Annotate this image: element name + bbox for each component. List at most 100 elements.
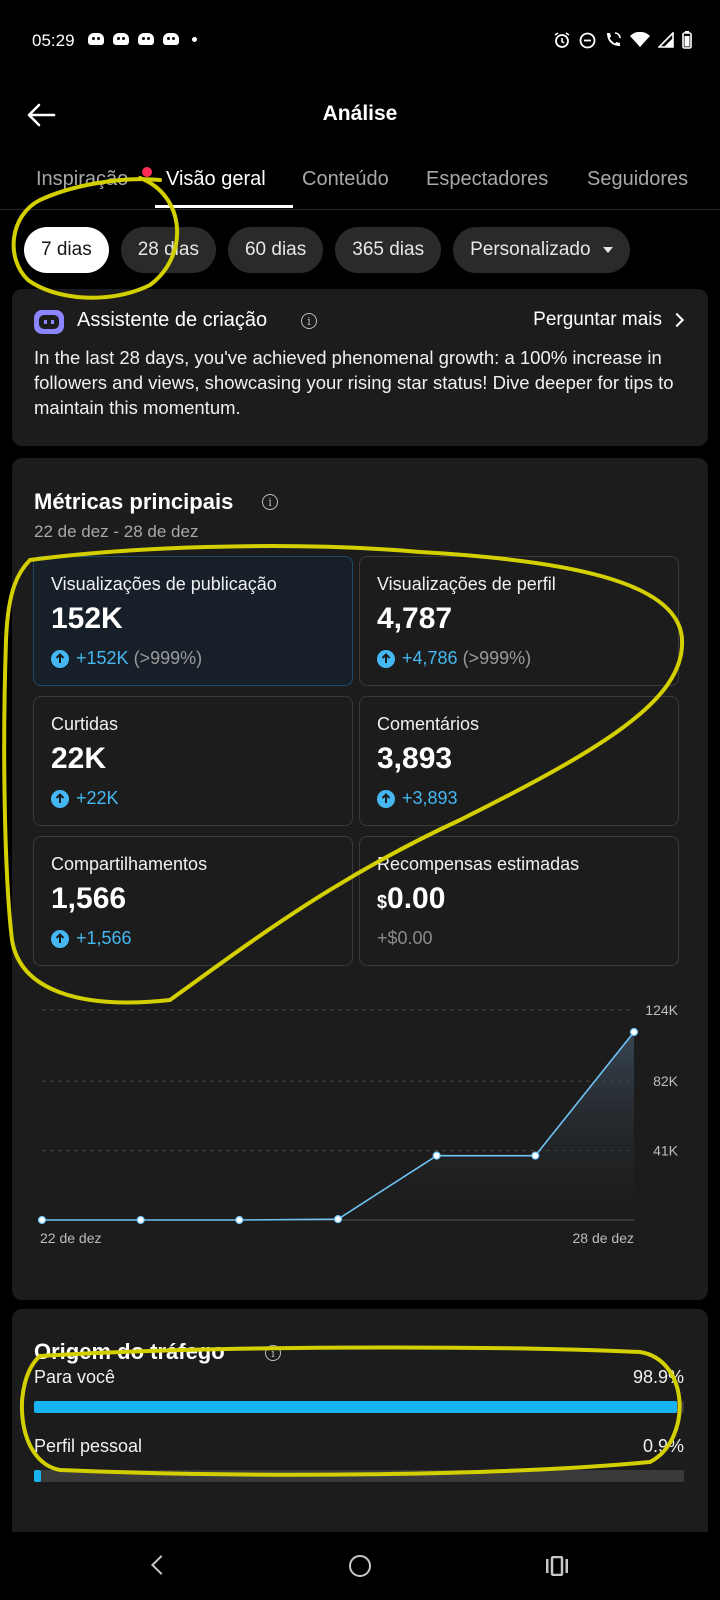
tab-conteudo[interactable]: Conteúdo (302, 168, 389, 191)
chart-point (333, 1215, 343, 1224)
metric-label: Compartilhamentos (51, 854, 208, 874)
active-tab-indicator (155, 205, 293, 208)
metrics-title: Métricas principais (34, 489, 234, 514)
caret-down-icon (602, 247, 613, 253)
metric-value-amount: 0.00 (387, 882, 446, 915)
metric-value: 1,566 (51, 882, 127, 915)
assistant-robot-icon (34, 310, 64, 334)
chart-point (136, 1215, 145, 1225)
arrow-up-circle-icon (377, 789, 395, 808)
traffic-source-label: Para você (34, 1367, 116, 1387)
metric-change-pct: (>999%) (462, 648, 532, 668)
chart-y-tick-label: 41K (653, 1143, 679, 1159)
metric-change-value: +$0.00 (377, 928, 433, 948)
chip-60-dias[interactable]: 60 dias (227, 227, 324, 273)
traffic-source-card: Origem do tráfego i Para você 98.9% Perf… (12, 1309, 708, 1549)
metric-value: $0.00 (377, 882, 445, 916)
chip-28-dias[interactable]: 28 dias (120, 227, 216, 273)
chart-x-tick-label: 22 de dez (40, 1230, 102, 1246)
ask-more-button[interactable]: Perguntar mais (533, 309, 685, 331)
chip-label: 60 dias (244, 239, 307, 260)
wifi-calling-icon (607, 32, 621, 46)
post-views-chart: 124K 82K 41K 22 de dez 28 de dez (36, 998, 692, 1268)
metric-change-value: +1,566 (76, 928, 132, 948)
metric-change-value: +3,893 (402, 788, 458, 808)
date-range: 22 de dez - 28 de dez (34, 522, 199, 541)
chart-y-tick-label: 124K (645, 1002, 678, 1018)
nav-home-icon[interactable] (349, 1555, 371, 1577)
info-icon[interactable]: i (301, 313, 317, 329)
assistant-message: In the last 28 days, you've achieved phe… (34, 347, 674, 418)
traffic-source-bar (34, 1470, 684, 1482)
chart-point (235, 1215, 244, 1225)
metric-label: Visualizações de perfil (377, 574, 556, 594)
metric-label: Recompensas estimadas (377, 854, 580, 874)
metric-change: +22K (51, 788, 119, 809)
chip-7-dias[interactable]: 7 dias (24, 227, 109, 273)
nav-back-icon[interactable] (151, 1555, 171, 1575)
chart-point (432, 1151, 441, 1160)
do-not-disturb-icon (579, 32, 596, 48)
chip-personalizado[interactable]: Personalizado (453, 227, 630, 273)
chip-label: 7 dias (41, 239, 92, 260)
page-title: Análise (322, 102, 398, 125)
info-icon[interactable]: i (265, 1345, 281, 1361)
arrow-up-circle-icon (51, 649, 69, 668)
metric-change-value: +152K (76, 648, 129, 668)
chart-svg: 124K 82K 41K 22 de dez 28 de dez (37, 1002, 679, 1246)
arrow-up-circle-icon (377, 649, 395, 668)
metric-value: 152K (51, 602, 123, 635)
new-badge-dot (142, 167, 152, 177)
discord-notification-icon (88, 33, 104, 45)
chart-x-tick-label: 28 de dez (573, 1230, 635, 1246)
chip-365-dias[interactable]: 365 dias (335, 227, 442, 273)
tab-inspiracao[interactable]: Inspiração (36, 168, 128, 191)
status-system-icons (553, 31, 692, 49)
tab-visao-geral[interactable]: Visão geral (166, 168, 266, 191)
alarm-icon (554, 32, 570, 48)
metric-shares[interactable]: Compartilhamentos 1,566 +1,566 (33, 836, 353, 966)
metric-profile-views[interactable]: Visualizações de perfil 4,787 +4,786 (>9… (359, 556, 679, 686)
metric-label: Curtidas (51, 714, 119, 734)
traffic-source-fill (34, 1401, 677, 1413)
metric-comments[interactable]: Comentários 3,893 +3,893 (359, 696, 679, 826)
tab-espectadores[interactable]: Espectadores (426, 168, 548, 191)
discord-notification-icon (113, 33, 129, 45)
signal-icon (658, 32, 674, 48)
metric-value: 4,787 (377, 602, 453, 635)
chart-area (42, 1032, 634, 1220)
metric-estimated-rewards[interactable]: Recompensas estimadas $0.00 +$0.00 (359, 836, 679, 966)
chip-label: Personalizado (470, 239, 591, 260)
metric-post-views[interactable]: Visualizações de publicação 152K +152K (… (33, 556, 353, 686)
metric-value: 22K (51, 742, 107, 775)
arrow-up-circle-icon (51, 929, 69, 948)
discord-notification-icon (163, 33, 179, 45)
nav-recents-icon[interactable] (545, 1556, 569, 1576)
chip-label: 365 dias (352, 239, 425, 260)
metric-likes[interactable]: Curtidas 22K +22K (33, 696, 353, 826)
ask-more-label: Perguntar mais (533, 309, 662, 330)
traffic-title: Origem do tráfego (34, 1339, 225, 1364)
traffic-source-bar (34, 1401, 684, 1413)
metric-change: +4,786 (>999%) (377, 648, 531, 669)
info-icon[interactable]: i (262, 494, 278, 510)
currency-symbol: $ (377, 892, 388, 912)
tab-seguidores[interactable]: Seguidores (587, 168, 688, 191)
status-time: 05:29 (32, 31, 75, 50)
discord-notification-icon (138, 33, 154, 45)
metric-value: 3,893 (377, 742, 453, 775)
chart-y-tick-label: 82K (653, 1073, 679, 1089)
metric-change: +152K (>999%) (51, 648, 202, 669)
traffic-source-label: Perfil pessoal (34, 1436, 143, 1456)
chevron-right-icon (669, 312, 685, 328)
creation-assistant-card: Assistente de criação i Perguntar mais I… (12, 289, 708, 446)
status-bar: 05:29 (0, 0, 720, 84)
assistant-title: Assistente de criação (77, 309, 268, 331)
period-selector: 7 dias 28 dias 60 dias 365 dias Personal… (24, 227, 630, 273)
key-metrics-card: Métricas principais i 22 de dez - 28 de … (12, 458, 708, 1300)
metric-change: +1,566 (51, 928, 132, 949)
metric-change: +$0.00 (377, 928, 433, 949)
traffic-source-pct: 98.9% (632, 1367, 684, 1387)
chart-point (37, 1215, 47, 1225)
chip-label: 28 dias (137, 239, 199, 260)
